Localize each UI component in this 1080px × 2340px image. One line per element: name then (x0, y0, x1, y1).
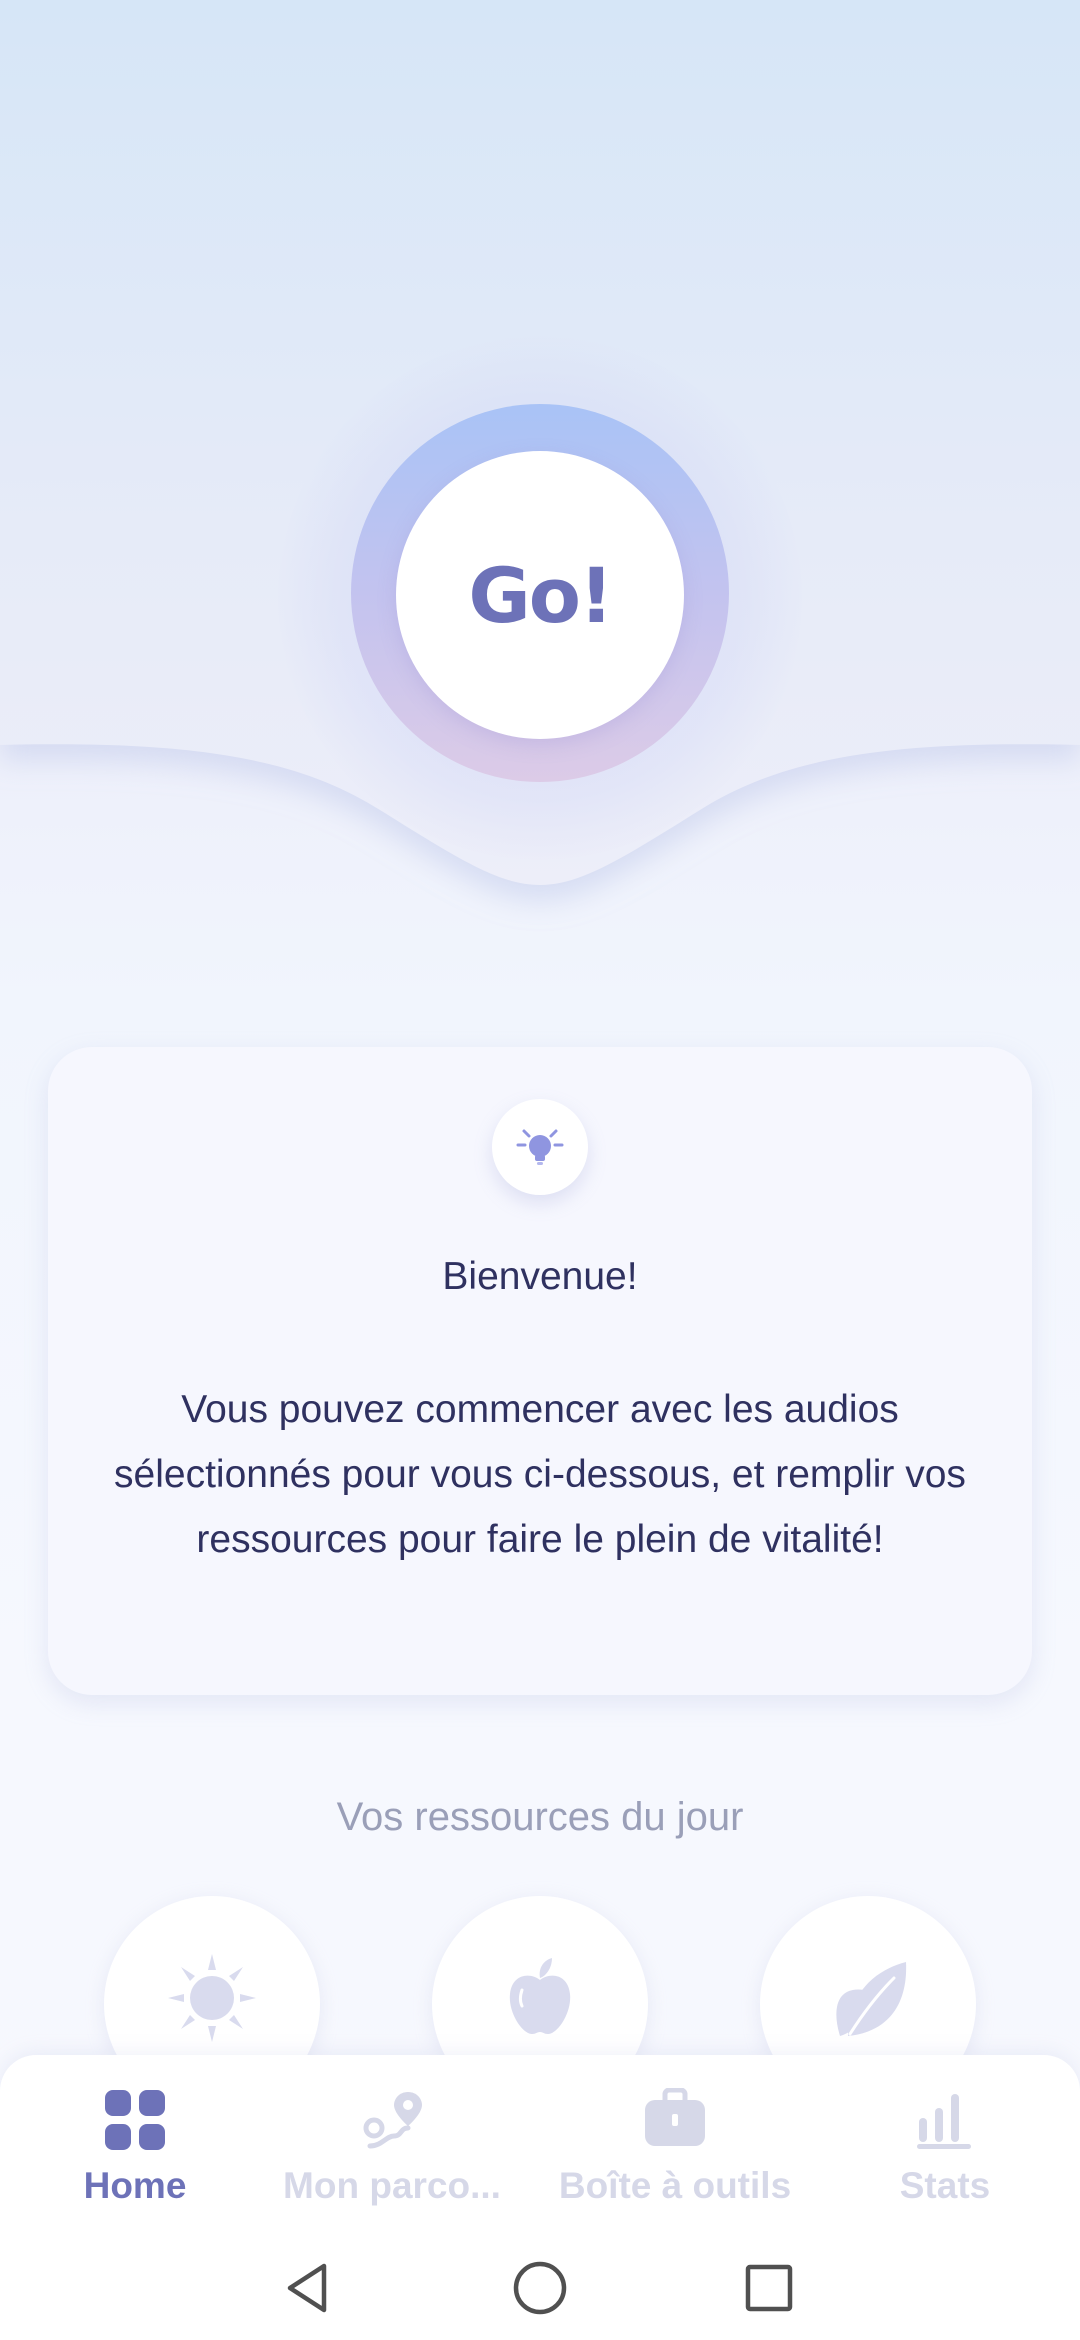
welcome-message: Vous pouvez commencer avec les audios sé… (114, 1388, 966, 1561)
bottom-nav: Home Mon parco... Boîte à outils Stats (0, 2055, 1080, 2235)
nav-label-stats: Stats (899, 2165, 991, 2206)
nav-item-stats[interactable]: Stats (860, 2055, 1030, 2235)
nav-item-boite-a-outils[interactable]: Boîte à outils (538, 2055, 812, 2235)
nav-label-home: Home (83, 2165, 187, 2206)
nav-label-boite-a-outils: Boîte à outils (558, 2165, 792, 2206)
welcome-title: Bienvenue! (442, 1255, 638, 1298)
route-icon (360, 2085, 424, 2155)
sun-icon (168, 1954, 256, 2042)
nav-label-mon-parcours: Mon parco... (283, 2165, 501, 2206)
grid-icon (103, 2085, 167, 2155)
nav-item-mon-parcours[interactable]: Mon parco... (262, 2055, 522, 2235)
toolbox-icon (643, 2085, 707, 2155)
leaf-icon (836, 1962, 907, 2036)
welcome-card: Bienvenue! Vous pouvez commencer avec le… (48, 1047, 1032, 1695)
recents-square-icon[interactable] (709, 2235, 829, 2340)
apple-icon (509, 1958, 571, 2034)
back-icon[interactable] (248, 2235, 368, 2340)
nav-item-home[interactable]: Home (40, 2055, 230, 2235)
system-nav-bar (0, 2235, 1080, 2340)
home-circle-icon[interactable] (480, 2235, 600, 2340)
go-button[interactable]: Go! (396, 451, 684, 739)
resources-title: Vos ressources du jour (336, 1795, 744, 1839)
bar-chart-icon (913, 2085, 977, 2155)
lightbulb-icon (492, 1099, 588, 1195)
